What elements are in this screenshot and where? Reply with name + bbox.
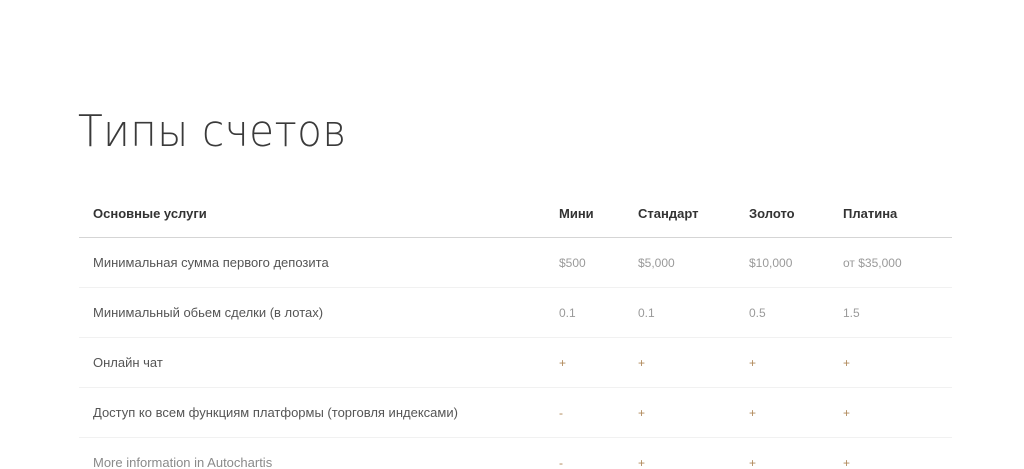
header-standard: Стандарт — [638, 189, 749, 238]
row-label: Доступ ко всем функциям платформы (торго… — [79, 387, 559, 438]
cell-standard: + — [638, 437, 749, 469]
header-mini: Мини — [559, 189, 638, 238]
cell-mini: $500 — [559, 237, 638, 288]
row-label: Минимальный обьем сделки (в лотах) — [79, 287, 559, 338]
cell-gold: + — [749, 437, 843, 469]
table-row: Минимальная сумма первого депозита $500 … — [79, 237, 952, 288]
table-header-row: Основные услуги Мини Стандарт Золото Пла… — [79, 189, 952, 238]
table-row: Онлайн чат + + + + — [79, 337, 952, 388]
cell-gold: $10,000 — [749, 237, 843, 288]
cell-mini: 0.1 — [559, 287, 638, 338]
header-services: Основные услуги — [79, 189, 559, 238]
cell-platinum: + — [843, 387, 952, 438]
table-row: Минимальный обьем сделки (в лотах) 0.1 0… — [79, 287, 952, 338]
cell-platinum: + — [843, 437, 952, 469]
header-gold: Золото — [749, 189, 843, 238]
cell-platinum: от $35,000 — [843, 237, 952, 288]
table-row: More information in Autochartis - + + + — [79, 437, 952, 469]
cell-platinum: + — [843, 337, 952, 388]
cell-mini: - — [559, 437, 638, 469]
cell-standard: $5,000 — [638, 237, 749, 288]
header-platinum: Платина — [843, 189, 952, 238]
row-label: Онлайн чат — [79, 337, 559, 388]
cell-gold: 0.5 — [749, 287, 843, 338]
cell-mini: + — [559, 337, 638, 388]
cell-gold: + — [749, 387, 843, 438]
account-types-table: Основные услуги Мини Стандарт Золото Пла… — [79, 189, 952, 469]
cell-mini: - — [559, 387, 638, 438]
cell-platinum: 1.5 — [843, 287, 952, 338]
cell-standard: + — [638, 387, 749, 438]
row-label: More information in Autochartis — [79, 437, 559, 469]
row-label: Минимальная сумма первого депозита — [79, 237, 559, 288]
cell-standard: + — [638, 337, 749, 388]
cell-gold: + — [749, 337, 843, 388]
table-row: Доступ ко всем функциям платформы (торго… — [79, 387, 952, 438]
cell-standard: 0.1 — [638, 287, 749, 338]
page-title: Типы счетов — [78, 106, 347, 157]
